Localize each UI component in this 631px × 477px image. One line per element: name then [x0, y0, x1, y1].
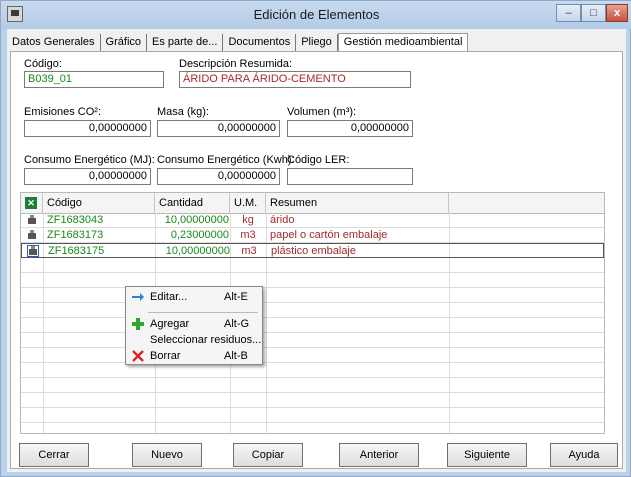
- close-window-button[interactable]: x: [606, 4, 628, 22]
- menu-shortcut: Alt-B: [224, 350, 248, 362]
- volumen-label: Volumen (m³):: [287, 106, 357, 118]
- table-row-empty: [21, 273, 604, 288]
- menu-label: Seleccionar residuos...: [150, 334, 262, 346]
- previous-button[interactable]: Anterior: [339, 443, 419, 467]
- menu-shortcut: Alt-E: [224, 291, 248, 303]
- context-menu: Editar... Alt-E Agregar Alt-G Selecciona…: [125, 286, 263, 365]
- client-area: Datos Generales Gráfico Es parte de... Docu…: [7, 29, 626, 472]
- column-header-code[interactable]: Código: [43, 193, 155, 213]
- emisiones-field[interactable]: 0,00000000: [24, 120, 151, 137]
- consumo-mj-label: Consumo Energético (MJ):: [24, 154, 155, 166]
- tab-datos-generales[interactable]: Datos Generales: [7, 34, 101, 52]
- masa-field[interactable]: 0,00000000: [157, 120, 280, 137]
- new-button[interactable]: Nuevo: [132, 443, 202, 467]
- residue-icon: [27, 215, 37, 225]
- tab-gestion-medioambiental[interactable]: Gestión medioambiental: [337, 33, 469, 52]
- cell-qty: 10,00000000: [164, 214, 229, 226]
- cell-summary: plástico embalaje: [271, 245, 356, 257]
- cell-qty: 10,00000000: [165, 245, 230, 257]
- residuos-grid[interactable]: ✕ Código Cantidad U.M. Resumen ZF1683043…: [20, 192, 605, 434]
- column-header-summary[interactable]: Resumen: [266, 193, 449, 213]
- next-button[interactable]: Siguiente: [447, 443, 527, 467]
- cell-summary: papel o cartón embalaje: [270, 229, 388, 241]
- table-row-empty: [21, 363, 604, 378]
- table-row-empty: [21, 333, 604, 348]
- menu-separator: [148, 312, 258, 313]
- menu-label: Editar...: [150, 291, 188, 303]
- minimize-button[interactable]: –: [556, 4, 581, 22]
- cell-um: m3: [241, 245, 257, 257]
- menu-item-delete[interactable]: Borrar Alt-B: [126, 348, 262, 364]
- add-plus-icon: [131, 318, 145, 330]
- table-row-empty: [21, 378, 604, 393]
- table-row-empty: [21, 348, 604, 363]
- tab-es-parte-de[interactable]: Es parte de...: [147, 34, 224, 52]
- window-title: Edición de Elementos: [253, 7, 380, 22]
- codigo-label: Código:: [24, 58, 62, 70]
- table-row-empty: [21, 318, 604, 333]
- excel-icon: ✕: [25, 197, 37, 209]
- menu-item-add[interactable]: Agregar Alt-G: [126, 316, 262, 332]
- codigo-field[interactable]: B039_01: [24, 71, 164, 88]
- consumo-mj-field[interactable]: 0,00000000: [24, 168, 151, 185]
- tab-pliego[interactable]: Pliego: [296, 34, 338, 52]
- cell-um: m3: [240, 229, 256, 241]
- grid-header: ✕ Código Cantidad U.M. Resumen: [21, 193, 604, 214]
- close-button[interactable]: Cerrar: [19, 443, 89, 467]
- menu-label: Borrar: [150, 350, 181, 362]
- consumo-kwh-field[interactable]: 0,00000000: [157, 168, 280, 185]
- cell-summary: árido: [270, 214, 295, 226]
- cell-qty: 0,23000000: [170, 229, 229, 241]
- cell-code: ZF1683043: [47, 214, 104, 226]
- codigo-ler-label: Código LER:: [287, 154, 350, 166]
- residue-icon: [27, 245, 39, 257]
- descripcion-field[interactable]: ÁRIDO PARA ÁRIDO-CEMENTO: [179, 71, 411, 88]
- cell-code: ZF1683173: [47, 229, 104, 241]
- column-header-um[interactable]: U.M.: [230, 193, 266, 213]
- cell-code: ZF1683175: [48, 245, 105, 257]
- menu-item-select-residues[interactable]: Seleccionar residuos...: [126, 332, 262, 348]
- consumo-kwh-label: Consumo Energético (Kwh):: [157, 154, 295, 166]
- table-row-empty: [21, 303, 604, 318]
- cell-um: kg: [242, 214, 254, 226]
- table-row-empty: [21, 393, 604, 408]
- tab-documentos[interactable]: Documentos: [223, 34, 297, 52]
- table-row-empty: [21, 258, 604, 273]
- table-row-selected[interactable]: ZF1683175 10,00000000 m3 plástico embala…: [21, 243, 604, 258]
- edit-arrow-icon: [131, 291, 145, 303]
- table-row[interactable]: ZF1683043 10,00000000 kg árido: [21, 213, 604, 228]
- menu-item-edit[interactable]: Editar... Alt-E: [126, 289, 262, 305]
- menu-label: Agregar: [150, 318, 190, 330]
- window: Edición de Elementos – □ x Datos General…: [0, 0, 631, 477]
- maximize-button[interactable]: □: [581, 4, 606, 22]
- column-header-qty[interactable]: Cantidad: [155, 193, 230, 213]
- volumen-field[interactable]: 0,00000000: [287, 120, 413, 137]
- emisiones-label: Emisiones CO²:: [24, 106, 102, 118]
- excel-export-button[interactable]: ✕: [21, 193, 43, 213]
- tab-grafico[interactable]: Gráfico: [101, 34, 148, 52]
- codigo-ler-field[interactable]: [287, 168, 413, 185]
- table-row[interactable]: ZF1683173 0,23000000 m3 papel o cartón e…: [21, 228, 604, 243]
- table-row-empty: [21, 408, 604, 423]
- table-row-empty: [21, 288, 604, 303]
- masa-label: Masa (kg):: [157, 106, 209, 118]
- residue-icon: [27, 230, 37, 240]
- descripcion-label: Descripción Resumida:: [179, 58, 293, 70]
- help-button[interactable]: Ayuda: [550, 443, 618, 467]
- delete-x-icon: [131, 350, 145, 362]
- menu-shortcut: Alt-G: [224, 318, 250, 330]
- title-bar[interactable]: Edición de Elementos – □ x: [1, 1, 631, 29]
- copy-button[interactable]: Copiar: [233, 443, 303, 467]
- tab-bar: Datos Generales Gráfico Es parte de... Docu…: [7, 33, 469, 52]
